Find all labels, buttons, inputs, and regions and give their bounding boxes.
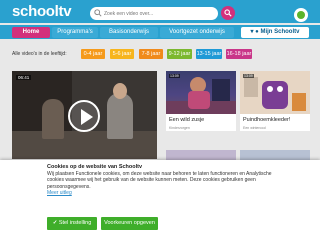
logo-text-school: school (12, 3, 59, 20)
logo-text-tv: tv (58, 3, 72, 20)
play-button[interactable] (68, 100, 100, 132)
user-menu-button[interactable]: ▾ ● Mijn Schooltv (241, 27, 309, 38)
video-person (107, 93, 133, 139)
search-input[interactable] (104, 8, 212, 19)
cookie-settings-label: Stel instelling (58, 220, 92, 226)
cookie-more-info-link[interactable]: Meer uitleg (47, 190, 72, 196)
nav-voortgezet-onderwijs[interactable]: Voortgezet onderwijs (160, 27, 234, 38)
npo-logo[interactable] (294, 8, 308, 22)
video-card-meta: Een wintercool (243, 126, 266, 130)
search-box (90, 7, 218, 20)
video-card-meta: Kinderzorgen (169, 126, 190, 130)
nav-basisonderwijs[interactable]: Basisonderwijs (100, 27, 158, 38)
header: schooltv (0, 0, 320, 23)
featured-video[interactable]: 06:41 (12, 71, 157, 159)
video-duration-badge: 13:09 (243, 74, 254, 78)
npo-logo-dot (297, 11, 305, 19)
age-filter-7-8[interactable]: 7-8 jaar (139, 49, 163, 59)
age-filter-16-18[interactable]: 16-18 jaar (226, 49, 252, 59)
video-duration-badge: 06:41 (16, 75, 32, 80)
age-filter-9-12[interactable]: 9-12 jaar (167, 49, 192, 59)
age-filter-0-4[interactable]: 0-4 jaar (81, 49, 105, 59)
main-nav: Home Programma's Basisonderwijs Voortgez… (0, 25, 320, 39)
video-card[interactable]: 13:09 Puindhoemkleeder! Een wintercool (240, 71, 310, 131)
cookie-title: Cookies op de website van Schooltv (47, 164, 143, 170)
age-filter-label: Alle video's in de leeftijd: (12, 51, 67, 57)
nav-home[interactable]: Home (12, 27, 50, 38)
search-icon (224, 9, 232, 17)
cookie-banner: Cookies op de website van Schooltv Wij p… (0, 160, 320, 240)
cookie-body-text: Wij plaatsen Functionele cookies, om dez… (47, 171, 272, 190)
cookie-accept-button[interactable]: Voorkeuren opgeven (101, 217, 158, 230)
video-card[interactable]: 13:09 Een wild zusje Kinderzorgen (166, 71, 236, 131)
video-person (42, 99, 64, 139)
video-card-title: Puindhoemkleeder! (243, 117, 291, 123)
video-scene-floor (12, 131, 157, 159)
age-filter-5-6[interactable]: 5-6 jaar (110, 49, 134, 59)
age-filter-bar: Alle video's in de leeftijd: 0-4 jaar 5-… (0, 47, 320, 61)
video-duration-badge: 13:09 (169, 74, 180, 78)
search-button[interactable] (221, 6, 235, 20)
search-icon (94, 9, 102, 17)
cookie-settings-button[interactable]: ✓ Stel instelling (47, 217, 97, 230)
schooltv-logo[interactable]: schooltv (12, 3, 72, 20)
nav-programmas[interactable]: Programma's (52, 27, 98, 38)
video-card-title: Een wild zusje (169, 117, 205, 123)
age-filter-13-15[interactable]: 13-15 jaar (196, 49, 222, 59)
play-icon (81, 109, 93, 125)
video-person-head (113, 83, 127, 99)
check-icon: ✓ (52, 220, 58, 226)
